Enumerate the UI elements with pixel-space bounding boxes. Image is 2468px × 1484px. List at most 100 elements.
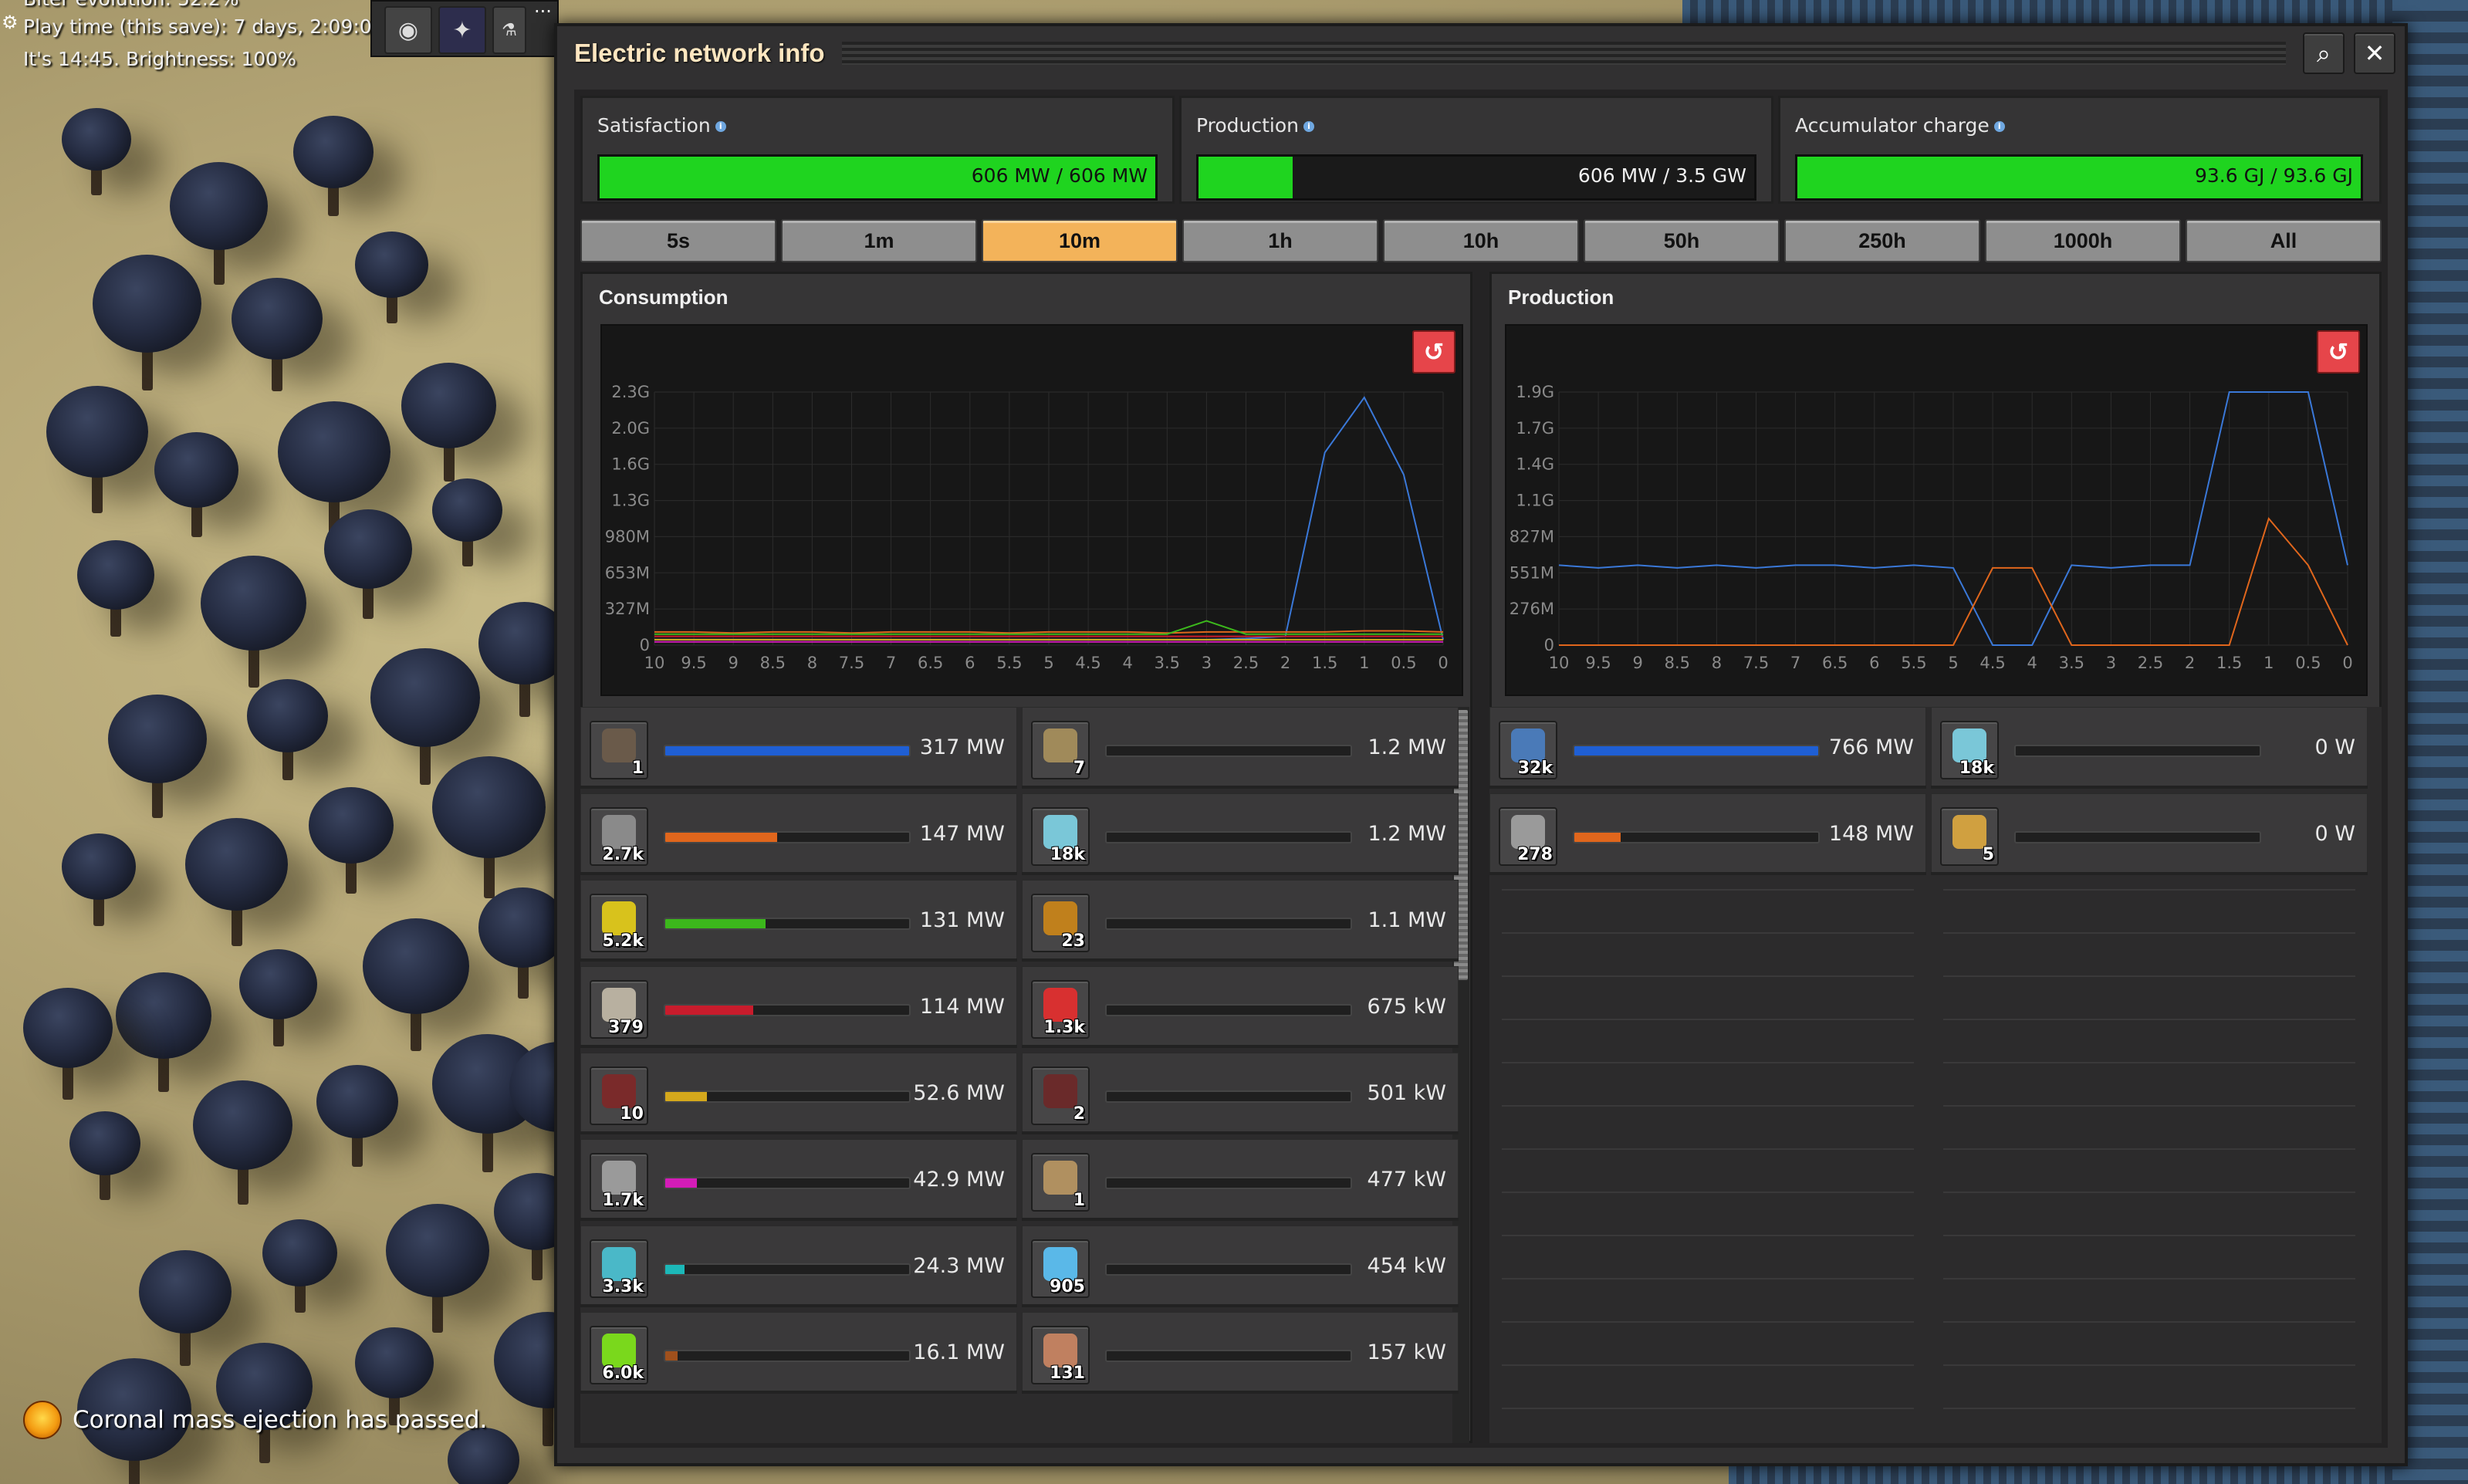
- space-map-icon[interactable]: ✦: [438, 6, 486, 54]
- y-tick-label: 551M: [1510, 563, 1554, 582]
- tree: [386, 1204, 489, 1297]
- research-icon[interactable]: ⚗: [492, 6, 526, 54]
- tree: [193, 1080, 292, 1171]
- reset-zoom-button[interactable]: ↺: [2317, 330, 2360, 374]
- item-8-icon: 1.3k: [1031, 980, 1090, 1039]
- x-tick-label: 0.5: [2295, 654, 2321, 672]
- usage-bar: [664, 1350, 911, 1362]
- x-tick-label: 6.5: [918, 654, 943, 672]
- item-count: 379: [608, 1018, 644, 1037]
- tab-All[interactable]: All: [2186, 219, 2382, 262]
- list-item[interactable]: 10 52.6 MW: [580, 1053, 1017, 1134]
- usage-bar: [1105, 1263, 1352, 1276]
- list-item[interactable]: 278 148 MW: [1489, 793, 1926, 875]
- window-title: Electric network info: [574, 39, 825, 67]
- info-icon[interactable]: i: [1303, 121, 1315, 132]
- usage-bar: [1105, 1090, 1352, 1103]
- list-item[interactable]: 6.0k 16.1 MW: [580, 1312, 1017, 1394]
- tree: [170, 162, 268, 251]
- y-tick-label: 980M: [605, 527, 650, 546]
- list-item[interactable]: 1.7k 42.9 MW: [580, 1139, 1017, 1221]
- x-tick-label: 7: [1790, 654, 1800, 672]
- list-item[interactable]: 1.3k 675 kW: [1022, 966, 1459, 1048]
- item-glyph: [1043, 988, 1077, 1022]
- tree: [293, 116, 374, 188]
- factory-buildings-top: [1682, 0, 2392, 25]
- item-power-value: 157 kW: [1367, 1340, 1446, 1364]
- list-item[interactable]: 18k 1.2 MW: [1022, 793, 1459, 875]
- list-item[interactable]: 3.3k 24.3 MW: [580, 1225, 1017, 1307]
- tree: [46, 386, 148, 478]
- list-item[interactable]: 905 454 kW: [1022, 1225, 1459, 1307]
- list-item[interactable]: 18k 0 W: [1931, 707, 2368, 789]
- tab-1h[interactable]: 1h: [1182, 219, 1378, 262]
- item-glyph: [1043, 901, 1077, 935]
- alert-message[interactable]: Coronal mass ejection has passed.: [23, 1401, 487, 1439]
- usage-bar-fill: [665, 1265, 685, 1274]
- item-power-value: 147 MW: [919, 822, 1005, 846]
- tree: [154, 432, 238, 509]
- tab-5s[interactable]: 5s: [580, 219, 776, 262]
- item-glyph: [602, 728, 636, 762]
- list-item[interactable]: 1 317 MW: [580, 707, 1017, 789]
- list-item[interactable]: 1 477 kW: [1022, 1139, 1459, 1221]
- tree: [185, 818, 288, 911]
- item-glyph: [1043, 728, 1077, 762]
- list-item[interactable]: 2.7k 147 MW: [580, 793, 1017, 875]
- item-count: 1: [1073, 1191, 1085, 1210]
- consumption-line-chart[interactable]: 2.3G2.0G1.6G1.3G980M653M327M010 9.5 9 8.5 8 7…: [602, 377, 1462, 693]
- consumption-panel: Consumption ↺ 2.3G 2.0G 1.6G 1.3G 980M 653M 32…: [580, 272, 1472, 1443]
- alert-text: Coronal mass ejection has passed.: [73, 1406, 488, 1434]
- y-tick-label: 653M: [605, 563, 650, 582]
- item-power-value: 131 MW: [919, 908, 1005, 932]
- item-power-value: 24.3 MW: [913, 1254, 1005, 1278]
- item-4-icon: 18k: [1031, 807, 1090, 866]
- list-item[interactable]: 5 0 W: [1931, 793, 2368, 875]
- tree: [432, 756, 546, 859]
- x-tick-label: 3: [1202, 654, 1212, 672]
- item-glyph: [602, 1247, 636, 1281]
- production-list[interactable]: 32k 766 MW 18k 0 W 278 148 MW 5 0 W: [1489, 707, 2382, 1443]
- item-glyph: [602, 1074, 636, 1108]
- window-titlebar[interactable]: Electric network info ⌕ ✕: [557, 26, 2405, 80]
- usage-bar-fill: [665, 1092, 707, 1101]
- list-item[interactable]: 131 157 kW: [1022, 1312, 1459, 1394]
- info-icon[interactable]: i: [715, 121, 726, 132]
- gear-icon[interactable]: ⚙: [2, 13, 19, 32]
- info-icon[interactable]: i: [1993, 121, 2005, 132]
- drag-handle[interactable]: [841, 42, 2286, 65]
- list-item[interactable]: 5.2k 131 MW: [580, 880, 1017, 962]
- empty-row-divider: [1943, 1278, 2355, 1279]
- production-line-chart[interactable]: 1.9G1.7G1.4G1.1G827M551M276M010 9.5 9 8.5 8 7…: [1506, 377, 2366, 693]
- consumption-list[interactable]: 1 317 MW 7 1.2 MW 2.7k 147 MW 18k 1.2 MW 5.2k 131…: [580, 707, 1469, 1443]
- more-shortcuts-icon[interactable]: ...: [534, 0, 552, 17]
- tab-250h[interactable]: 250h: [1784, 219, 1980, 262]
- shortcut-bar: ◉ ✦ ⚗ ...: [370, 0, 559, 57]
- list-item[interactable]: 7 1.2 MW: [1022, 707, 1459, 789]
- tree: [355, 232, 428, 298]
- item-power-value: 42.9 MW: [913, 1168, 1005, 1192]
- item-power-value: 675 kW: [1367, 995, 1446, 1019]
- list-item[interactable]: 32k 766 MW: [1489, 707, 1926, 789]
- tab-10m[interactable]: 10m: [982, 219, 1178, 262]
- list-item[interactable]: 2 501 kW: [1022, 1053, 1459, 1134]
- satisfaction-value: 606 MW / 606 MW: [971, 164, 1148, 187]
- usage-bar: [1573, 745, 1820, 757]
- item-power-value: 454 kW: [1367, 1254, 1446, 1278]
- tab-1000h[interactable]: 1000h: [1985, 219, 2181, 262]
- list-item[interactable]: 379 114 MW: [580, 966, 1017, 1048]
- tab-10h[interactable]: 10h: [1383, 219, 1579, 262]
- close-button[interactable]: ✕: [2354, 32, 2395, 74]
- search-button[interactable]: ⌕: [2303, 32, 2345, 74]
- production-chart: ↺ 1.9G 1.7G 1.4G 1.1G 827M 551M 276M 0 10 9.5 9 8.5…: [1505, 324, 2368, 696]
- item-count: 23: [1061, 931, 1085, 951]
- usage-bar-fill: [665, 833, 778, 842]
- item-glyph: [1043, 1247, 1077, 1281]
- armor-shortcut-icon[interactable]: ◉: [384, 6, 432, 54]
- x-tick-label: 7: [886, 654, 896, 672]
- tab-1m[interactable]: 1m: [781, 219, 977, 262]
- reset-zoom-button[interactable]: ↺: [1412, 330, 1455, 374]
- list-item[interactable]: 23 1.1 MW: [1022, 880, 1459, 962]
- y-tick-label: 827M: [1510, 527, 1554, 546]
- tab-50h[interactable]: 50h: [1584, 219, 1780, 262]
